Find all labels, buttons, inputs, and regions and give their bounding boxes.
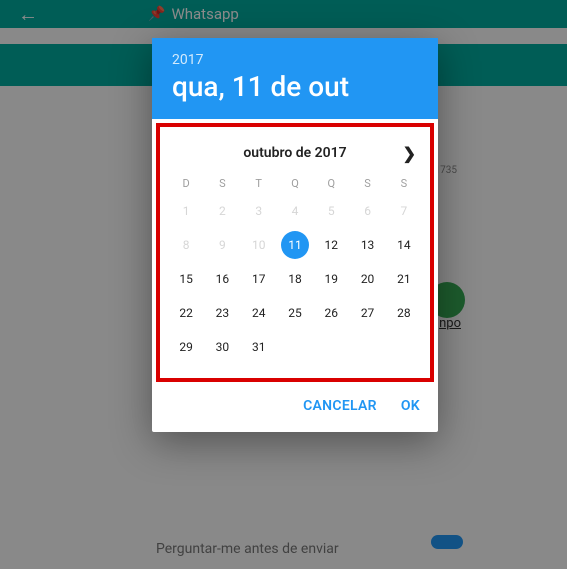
- day-cell[interactable]: 22: [168, 298, 204, 328]
- day-cell[interactable]: 31: [241, 332, 277, 362]
- day-cell[interactable]: 19: [313, 264, 349, 294]
- day-cell: [277, 332, 313, 362]
- next-month-button[interactable]: ❯: [403, 144, 416, 163]
- day-number: 10: [252, 238, 266, 252]
- day-cell[interactable]: 23: [204, 298, 240, 328]
- day-number: 26: [325, 306, 339, 320]
- day-number: 9: [219, 238, 226, 252]
- day-number: 27: [361, 306, 375, 320]
- day-number: 4: [292, 204, 299, 218]
- day-number: 31: [252, 340, 266, 354]
- day-number: 18: [288, 272, 302, 286]
- calendar-highlight: outubro de 2017 ❯ DSTQQSS 12345678910111…: [156, 123, 434, 382]
- day-cell: 6: [349, 196, 385, 226]
- day-cell[interactable]: 25: [277, 298, 313, 328]
- day-cell: 2: [204, 196, 240, 226]
- day-number: 17: [252, 272, 266, 286]
- day-cell[interactable]: 30: [204, 332, 240, 362]
- day-cell: 8: [168, 230, 204, 260]
- day-number: 1: [183, 204, 190, 218]
- selected-date-label[interactable]: qua, 11 de out: [172, 70, 418, 103]
- dialog-actions: CANCELAR OK: [152, 382, 438, 432]
- day-number: 29: [179, 340, 193, 354]
- day-cell[interactable]: 15: [168, 264, 204, 294]
- day-cell: 10: [241, 230, 277, 260]
- day-cell: 7: [386, 196, 422, 226]
- day-cell[interactable]: 12: [313, 230, 349, 260]
- day-number: 25: [288, 306, 302, 320]
- dow-cell: S: [386, 177, 422, 190]
- day-cell: 9: [204, 230, 240, 260]
- day-number: 3: [255, 204, 262, 218]
- day-number: 28: [397, 306, 411, 320]
- day-cell[interactable]: 26: [313, 298, 349, 328]
- day-cell: 3: [241, 196, 277, 226]
- dow-cell: Q: [277, 177, 313, 190]
- day-cell[interactable]: 20: [349, 264, 385, 294]
- day-cell[interactable]: 14: [386, 230, 422, 260]
- day-cell[interactable]: 24: [241, 298, 277, 328]
- day-cell: [349, 332, 385, 362]
- day-number: 11: [288, 238, 302, 252]
- ok-button[interactable]: OK: [401, 398, 420, 414]
- day-cell: 4: [277, 196, 313, 226]
- calendar-row: 8 9 10 11 12 13 14: [168, 230, 422, 260]
- day-number: 12: [325, 238, 339, 252]
- day-cell[interactable]: 27: [349, 298, 385, 328]
- day-number: 30: [216, 340, 230, 354]
- day-number: 22: [179, 306, 193, 320]
- date-picker-dialog: 2017 qua, 11 de out outubro de 2017 ❯ DS…: [152, 38, 438, 432]
- day-cell[interactable]: 18: [277, 264, 313, 294]
- dialog-header: 2017 qua, 11 de out: [152, 38, 438, 119]
- dow-cell: T: [241, 177, 277, 190]
- day-number: 20: [361, 272, 375, 286]
- calendar-row: 22 23 24 25 26 27 28: [168, 298, 422, 328]
- day-number: 6: [364, 204, 371, 218]
- day-number: 24: [252, 306, 266, 320]
- day-cell[interactable]: 28: [386, 298, 422, 328]
- day-cell-selected[interactable]: 11: [277, 230, 313, 260]
- day-number: 13: [361, 238, 375, 252]
- calendar-month-label: outubro de 2017: [243, 145, 346, 161]
- calendar-dow-header: DSTQQSS: [168, 177, 422, 190]
- calendar-row: 1 2 3 4 5 6 7: [168, 196, 422, 226]
- day-cell[interactable]: 17: [241, 264, 277, 294]
- calendar-row: 29 30 31: [168, 332, 422, 362]
- day-cell[interactable]: 21: [386, 264, 422, 294]
- chevron-right-icon: ❯: [403, 144, 416, 163]
- day-number: 8: [183, 238, 190, 252]
- cancel-button[interactable]: CANCELAR: [303, 398, 377, 414]
- day-cell: 5: [313, 196, 349, 226]
- day-cell: [386, 332, 422, 362]
- day-number: 2: [219, 204, 226, 218]
- dow-cell: S: [349, 177, 385, 190]
- day-number: 16: [216, 272, 230, 286]
- day-number: 5: [328, 204, 335, 218]
- selected-year[interactable]: 2017: [172, 52, 418, 68]
- day-cell[interactable]: 16: [204, 264, 240, 294]
- day-number: 15: [179, 272, 193, 286]
- calendar-month-row: outubro de 2017 ❯: [168, 135, 422, 171]
- day-cell: 1: [168, 196, 204, 226]
- day-number: 7: [400, 204, 407, 218]
- calendar-body: 1234567891011121314151617181920212223242…: [168, 196, 422, 362]
- day-cell[interactable]: 13: [349, 230, 385, 260]
- day-number: 23: [216, 306, 230, 320]
- day-cell[interactable]: 29: [168, 332, 204, 362]
- dow-cell: Q: [313, 177, 349, 190]
- day-number: 14: [397, 238, 411, 252]
- day-cell: [313, 332, 349, 362]
- dow-cell: D: [168, 177, 204, 190]
- day-number: 21: [397, 272, 411, 286]
- day-number: 19: [325, 272, 339, 286]
- calendar-row: 15 16 17 18 19 20 21: [168, 264, 422, 294]
- dow-cell: S: [204, 177, 240, 190]
